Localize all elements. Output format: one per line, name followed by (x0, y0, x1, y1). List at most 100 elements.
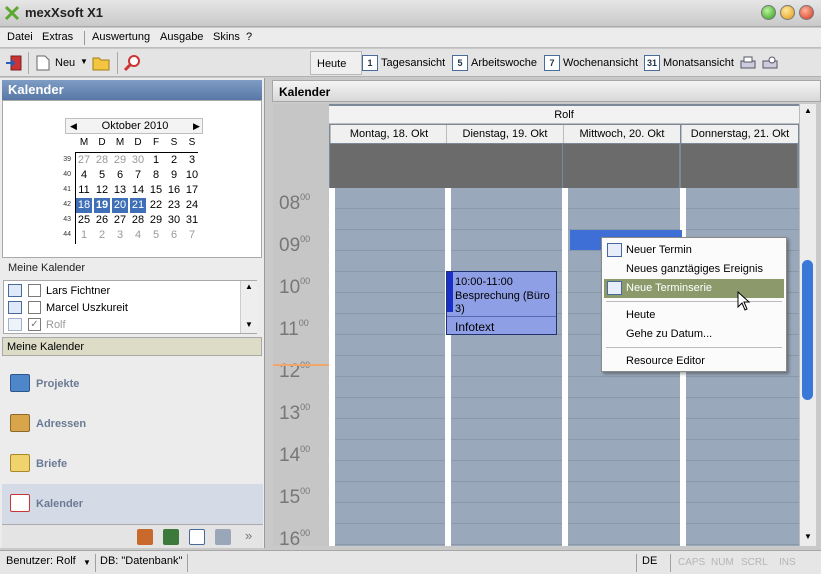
calendar-day[interactable]: 4 (76, 168, 92, 183)
new-button[interactable]: Neu (55, 57, 75, 69)
calendar-day[interactable]: 8 (148, 168, 164, 183)
status-user[interactable]: Benutzer: Rolf (6, 555, 76, 571)
menu-auswertung[interactable]: Auswertung (92, 31, 150, 43)
calendar-day[interactable]: 13 (112, 183, 128, 198)
nav-briefe[interactable]: Briefe (2, 444, 263, 484)
nav-kalender[interactable]: Kalender (2, 484, 263, 524)
next-month-icon[interactable]: ▶ (193, 121, 200, 132)
calendar-day[interactable]: 28 (130, 213, 146, 228)
calendar-item[interactable]: Lars Fichtner (8, 283, 236, 300)
day-column[interactable] (335, 188, 451, 546)
menu-item-new-appointment[interactable]: Neuer Termin (604, 241, 784, 260)
menu-datei[interactable]: Datei (7, 31, 33, 43)
exit-icon[interactable] (5, 54, 23, 72)
scrollbar-thumb[interactable] (802, 260, 813, 400)
calendar-checkbox[interactable] (28, 284, 41, 297)
today-button[interactable]: Heute (310, 51, 362, 75)
search-icon[interactable] (123, 54, 141, 72)
home-icon[interactable] (137, 529, 153, 545)
day-column[interactable] (451, 188, 567, 546)
calendar-day[interactable]: 11 (76, 183, 92, 198)
calendar-day[interactable]: 27 (112, 213, 128, 228)
calendar-day[interactable]: 5 (148, 228, 164, 243)
calendar-day[interactable]: 30 (130, 153, 146, 168)
calendar-day[interactable]: 30 (166, 213, 182, 228)
day-view-icon[interactable]: 1 (362, 55, 378, 71)
chevron-down-icon[interactable]: ▼ (83, 558, 91, 567)
print-icon[interactable] (739, 55, 757, 71)
calendar-list-scrollbar[interactable]: ▲ ▼ (240, 281, 257, 333)
print-icon[interactable] (215, 529, 231, 545)
my-calendars-bar[interactable]: Meine Kalender (2, 337, 262, 356)
new-document-icon[interactable] (36, 55, 50, 71)
calendar-day[interactable]: 5 (94, 168, 110, 183)
calendar-day[interactable]: 16 (166, 183, 182, 198)
day-header[interactable]: Dienstag, 19. Okt (446, 125, 563, 143)
maximize-button[interactable] (780, 5, 795, 20)
calendar-day[interactable]: 3 (184, 153, 200, 168)
workweek-view-icon[interactable]: 5 (452, 55, 468, 71)
day-header[interactable]: Mittwoch, 20. Okt (563, 125, 680, 143)
month-view-icon[interactable]: 31 (644, 55, 660, 71)
calendar-day[interactable]: 27 (76, 153, 92, 168)
calendar-day[interactable]: 26 (94, 213, 110, 228)
calendar-item[interactable]: ✓ Rolf (8, 317, 236, 333)
menu-skins[interactable]: Skins (213, 31, 240, 43)
calendar-day[interactable]: 28 (94, 153, 110, 168)
menu-item-new-recurring[interactable]: Neue Terminserie (604, 279, 784, 298)
appointment[interactable]: 10:00-11:00 Besprechung (Büro 3) Infotex… (446, 271, 557, 335)
calendar-day[interactable]: 29 (112, 153, 128, 168)
calendar-day[interactable]: 24 (184, 198, 200, 213)
menu-ausgabe[interactable]: Ausgabe (160, 31, 203, 43)
calendar-day[interactable]: 17 (184, 183, 200, 198)
chevron-down-icon[interactable]: ▼ (80, 57, 88, 66)
calendar-day[interactable]: 12 (94, 183, 110, 198)
calendar-day[interactable]: 10 (184, 168, 200, 183)
calendar-day[interactable]: 22 (148, 198, 164, 213)
all-day-area[interactable] (446, 144, 562, 188)
all-day-area[interactable] (681, 144, 797, 188)
calendar-day[interactable]: 21 (130, 198, 146, 213)
month-view-button[interactable]: Monatsansicht (663, 57, 734, 69)
menu-item-today[interactable]: Heute (604, 306, 784, 325)
close-button[interactable] (799, 5, 814, 20)
calendar-day[interactable]: 2 (166, 153, 182, 168)
menu-item-resource-editor[interactable]: Resource Editor (604, 352, 784, 371)
workweek-view-button[interactable]: Arbeitswoche (471, 57, 537, 69)
calendar-day[interactable]: 1 (76, 228, 92, 243)
menu-item-goto-date[interactable]: Gehe zu Datum... (604, 325, 784, 344)
calendar-day[interactable]: 19 (94, 198, 110, 213)
minimize-button[interactable] (761, 5, 776, 20)
calendar-checkbox-checked[interactable]: ✓ (28, 318, 41, 331)
expand-icon[interactable]: » (245, 528, 252, 543)
calendar-day[interactable]: 1 (148, 153, 164, 168)
calendar-day[interactable]: 23 (166, 198, 182, 213)
scroll-up-icon[interactable]: ▲ (245, 282, 253, 291)
grid-scrollbar[interactable]: ▲ ▼ (799, 104, 816, 546)
menu-item-new-allday-event[interactable]: Neues ganztägiges Ereignis (604, 260, 784, 279)
calendar-day[interactable]: 18 (76, 198, 92, 213)
calendar-day[interactable]: 25 (76, 213, 92, 228)
menu-extras[interactable]: Extras (42, 31, 73, 43)
all-day-area[interactable] (563, 144, 679, 188)
calendar-day[interactable]: 9 (166, 168, 182, 183)
scroll-down-icon[interactable]: ▼ (804, 532, 812, 541)
nav-projekte[interactable]: Projekte (2, 364, 263, 404)
calendar-day[interactable]: 15 (148, 183, 164, 198)
calendar-day[interactable]: 7 (184, 228, 200, 243)
calendar-icon[interactable] (189, 529, 205, 545)
print-preview-icon[interactable] (761, 55, 779, 71)
week-view-button[interactable]: Wochenansicht (563, 57, 638, 69)
calendar-day[interactable]: 31 (184, 213, 200, 228)
calendar-day[interactable]: 4 (130, 228, 146, 243)
week-view-icon[interactable]: 7 (544, 55, 560, 71)
all-day-area[interactable] (330, 144, 446, 188)
calendar-day[interactable]: 2 (94, 228, 110, 243)
calendar-item[interactable]: Marcel Uszkureit (8, 300, 236, 317)
nav-adressen[interactable]: Adressen (2, 404, 263, 444)
scroll-up-icon[interactable]: ▲ (804, 106, 812, 115)
day-view-button[interactable]: Tagesansicht (381, 57, 445, 69)
calendar-day[interactable]: 3 (112, 228, 128, 243)
calendar-day[interactable]: 20 (112, 198, 128, 213)
open-folder-icon[interactable] (92, 55, 110, 71)
